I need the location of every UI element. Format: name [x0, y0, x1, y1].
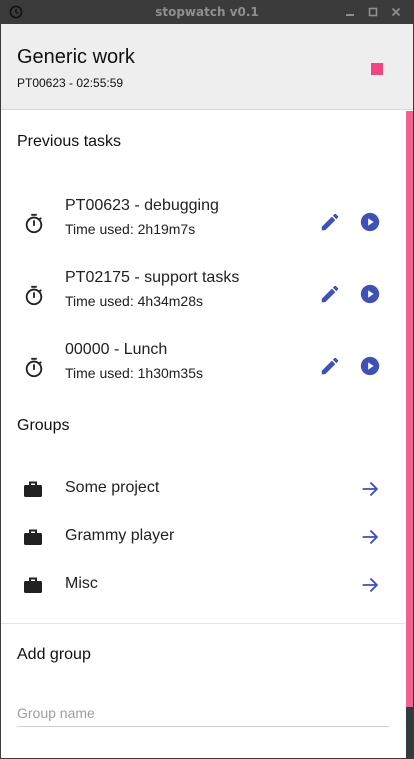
group-item[interactable]: Grammy player	[1, 519, 405, 559]
close-icon[interactable]	[389, 5, 403, 19]
current-task-timer: PT00623 - 02:55:59	[17, 76, 124, 90]
task-time-used: Time used: 4h34m28s	[65, 293, 203, 309]
task-item: PT02175 - support tasks Time used: 4h34m…	[1, 269, 405, 341]
stop-icon[interactable]	[371, 63, 383, 75]
add-group-heading: Add group	[17, 646, 91, 663]
scrollbar[interactable]	[406, 111, 413, 758]
edit-pencil-icon[interactable]	[319, 355, 341, 377]
edit-pencil-icon[interactable]	[319, 211, 341, 233]
group-name-input[interactable]	[17, 699, 389, 727]
play-circle-icon[interactable]	[359, 211, 381, 233]
timer-icon	[23, 357, 45, 379]
title-bar: stopwatch v0.1	[0, 0, 414, 24]
group-item[interactable]: Some project	[1, 471, 405, 511]
current-task-title: Generic work	[17, 46, 135, 68]
group-name: Misc	[65, 575, 98, 592]
task-name: 00000 - Lunch	[65, 341, 168, 358]
timer-icon	[23, 285, 45, 307]
arrow-right-icon[interactable]	[359, 574, 381, 596]
groups-heading: Groups	[17, 417, 70, 434]
briefcase-icon	[23, 479, 43, 499]
arrow-right-icon[interactable]	[359, 478, 381, 500]
arrow-right-icon[interactable]	[359, 526, 381, 548]
content-scroll-area: Previous tasks PT00623 - debugging Time …	[1, 111, 405, 758]
timer-icon	[23, 213, 45, 235]
play-circle-icon[interactable]	[359, 283, 381, 305]
group-name: Grammy player	[65, 527, 175, 544]
scrollbar-thumb[interactable]	[406, 707, 413, 758]
task-item: PT00623 - debugging Time used: 2h19m7s	[1, 197, 405, 269]
section-divider	[1, 623, 405, 624]
current-task-header: Generic work PT00623 - 02:55:59	[1, 24, 413, 110]
task-item: 00000 - Lunch Time used: 1h30m35s	[1, 341, 405, 413]
group-item[interactable]: Misc	[1, 567, 405, 607]
group-name: Some project	[65, 479, 160, 496]
edit-pencil-icon[interactable]	[319, 283, 341, 305]
task-name: PT00623 - debugging	[65, 197, 219, 214]
briefcase-icon	[23, 527, 43, 547]
task-time-used: Time used: 2h19m7s	[65, 221, 196, 237]
briefcase-icon	[23, 575, 43, 595]
play-circle-icon[interactable]	[359, 355, 381, 377]
maximize-icon[interactable]	[366, 5, 380, 19]
task-time-used: Time used: 1h30m35s	[65, 365, 203, 381]
previous-tasks-heading: Previous tasks	[17, 133, 122, 150]
task-name: PT02175 - support tasks	[65, 269, 240, 286]
minimize-icon[interactable]	[343, 5, 357, 19]
app-window: stopwatch v0.1 Generic work PT00623 - 02…	[0, 0, 414, 759]
app-content: Generic work PT00623 - 02:55:59 Previous…	[1, 24, 413, 758]
